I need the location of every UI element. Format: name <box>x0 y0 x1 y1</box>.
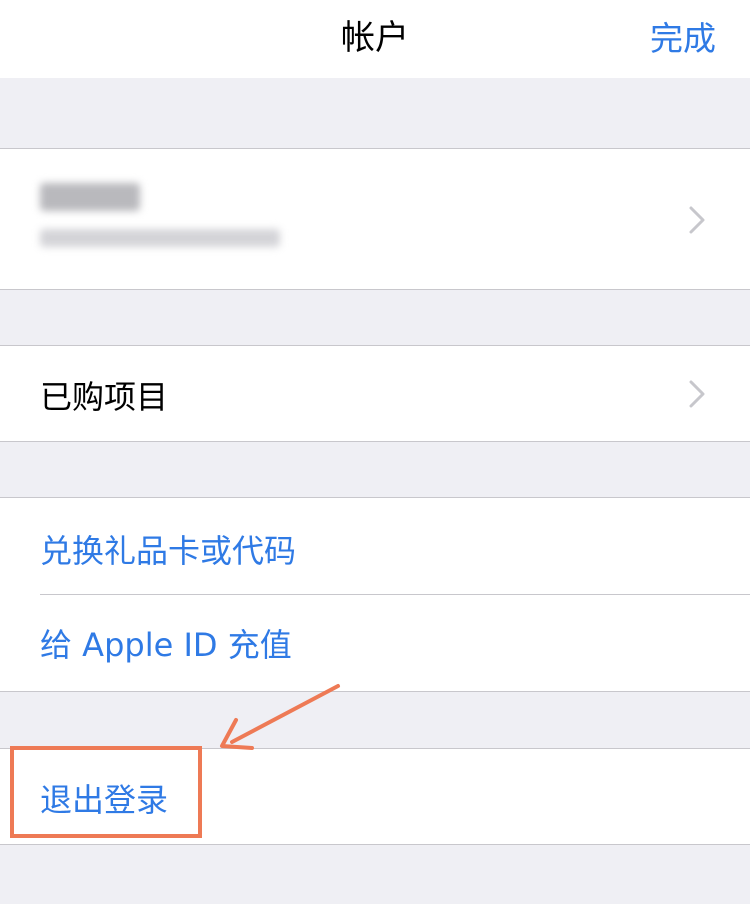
purchased-label: 已购项目 <box>40 378 169 416</box>
account-group <box>0 148 750 290</box>
blurred-account-email <box>40 229 280 247</box>
page-title: 帐户 <box>341 18 409 58</box>
add-funds-label: 给 Apple ID 充值 <box>40 626 292 664</box>
account-profile-row[interactable] <box>0 149 750 289</box>
chevron-right-icon <box>689 380 705 408</box>
redeem-gift-card-label: 兑换礼品卡或代码 <box>40 532 297 570</box>
purchased-row[interactable]: 已购项目 <box>0 346 750 441</box>
chevron-right-icon <box>689 206 705 234</box>
funds-group: 兑换礼品卡或代码 给 Apple ID 充值 <box>0 497 750 692</box>
purchased-group: 已购项目 <box>0 345 750 442</box>
add-funds-row[interactable]: 给 Apple ID 充值 <box>0 594 750 691</box>
redeem-gift-card-row[interactable]: 兑换礼品卡或代码 <box>0 498 750 594</box>
done-button[interactable]: 完成 <box>650 12 716 60</box>
blurred-account-name <box>40 183 140 211</box>
navigation-bar: 帐户 完成 <box>0 0 750 78</box>
highlight-box <box>10 746 202 838</box>
